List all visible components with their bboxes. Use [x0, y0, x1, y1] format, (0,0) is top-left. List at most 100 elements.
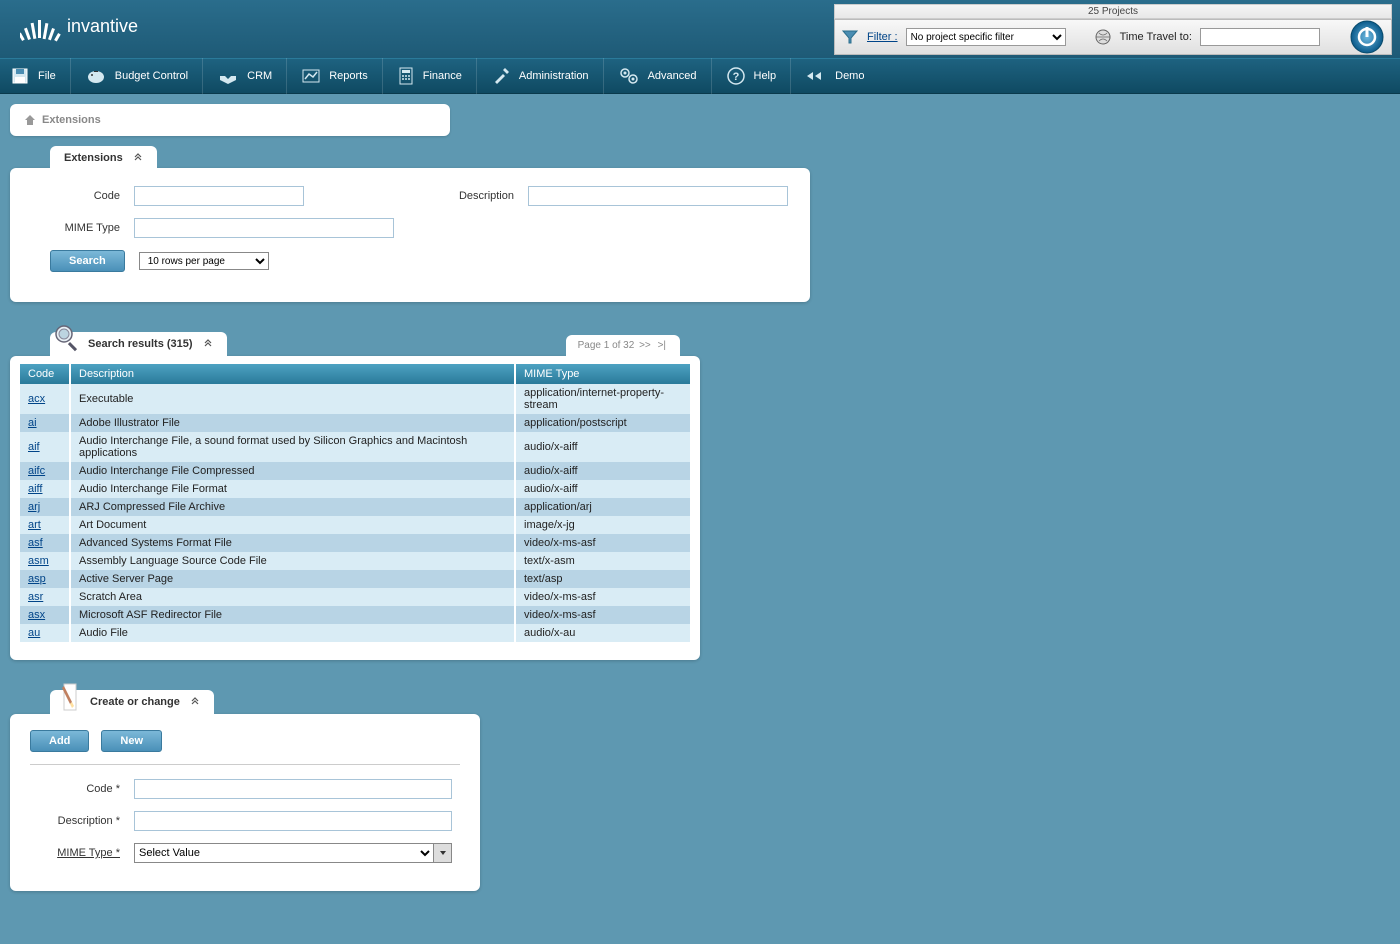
description-cell: Executable — [70, 384, 515, 414]
pagination: Page 1 of 32 >> >| — [566, 335, 680, 356]
code-link[interactable]: asr — [28, 591, 43, 603]
code-link[interactable]: aifc — [28, 465, 45, 477]
funnel-icon — [841, 28, 859, 46]
app-header: invantive 25 Projects Filter : No projec… — [0, 0, 1400, 58]
description-cell: Advanced Systems Format File — [70, 534, 515, 552]
description-cell: ARJ Compressed File Archive — [70, 498, 515, 516]
col-description[interactable]: Description — [70, 364, 515, 384]
projects-count[interactable]: 25 Projects — [834, 4, 1392, 19]
code-label: Code — [30, 190, 120, 202]
mime-cell: video/x-ms-asf — [515, 606, 690, 624]
mime-cell: audio/x-aiff — [515, 480, 690, 498]
menu-crm[interactable]: CRM — [202, 58, 286, 94]
code-link[interactable]: aiff — [28, 483, 42, 495]
description-label: Description — [424, 190, 514, 202]
collapse-icon[interactable] — [203, 339, 213, 349]
collapse-icon[interactable] — [133, 153, 143, 163]
table-row: asf Advanced Systems Format Filevideo/x-m… — [20, 534, 690, 552]
code-input[interactable] — [134, 186, 304, 206]
code-link[interactable]: acx — [28, 393, 45, 405]
table-row: aifcAudio Interchange File Compressedaud… — [20, 462, 690, 480]
mime-cell: application/postscript — [515, 414, 690, 432]
col-code[interactable]: Code — [20, 364, 70, 384]
help-icon: ? — [726, 66, 746, 86]
code-link[interactable]: ai — [28, 417, 37, 429]
description-cell: Assembly Language Source Code File — [70, 552, 515, 570]
magnifier-icon — [52, 322, 82, 352]
mime-cell: audio/x-au — [515, 624, 690, 642]
separator — [30, 764, 460, 765]
menu-help[interactable]: ? Help — [711, 58, 791, 94]
mime-cell: audio/x-aiff — [515, 432, 690, 462]
filter-bar: Filter : No project specific filter Time… — [834, 19, 1392, 55]
code-link[interactable]: asf — [28, 537, 43, 549]
table-row: aspActive Server Pagetext/asp — [20, 570, 690, 588]
last-page[interactable]: >| — [656, 340, 668, 351]
create-mime-label: MIME Type * — [30, 847, 120, 859]
dropdown-arrow-icon[interactable] — [434, 843, 452, 863]
menu-budget-control[interactable]: Budget Control — [70, 58, 202, 94]
menu-advanced[interactable]: Advanced — [603, 58, 711, 94]
menu-file[interactable]: File — [4, 58, 70, 94]
menu-finance[interactable]: Finance — [382, 58, 476, 94]
create-description-label: Description * — [30, 815, 120, 827]
description-input[interactable] — [528, 186, 788, 206]
create-code-input[interactable] — [134, 779, 452, 799]
mime-cell: video/x-ms-asf — [515, 534, 690, 552]
rows-per-page-select[interactable]: 10 rows per page — [139, 252, 269, 270]
table-row: ai Adobe Illustrator Fileapplication/post… — [20, 414, 690, 432]
results-tab[interactable]: Search results (315) — [50, 332, 227, 356]
code-link[interactable]: asp — [28, 573, 46, 585]
pencil-icon — [56, 682, 82, 712]
create-code-label: Code * — [30, 783, 120, 795]
calculator-icon — [397, 66, 415, 86]
table-row: asm Assembly Language Source Code Filetex… — [20, 552, 690, 570]
search-button[interactable]: Search — [50, 250, 125, 272]
logo-text: invantive — [67, 16, 138, 37]
description-cell: Adobe Illustrator File — [70, 414, 515, 432]
code-link[interactable]: art — [28, 519, 41, 531]
code-link[interactable]: au — [28, 627, 40, 639]
gears-icon — [618, 66, 640, 86]
description-cell: Audio File — [70, 624, 515, 642]
time-travel-input[interactable] — [1200, 28, 1320, 46]
menu-demo[interactable]: Demo — [790, 58, 878, 94]
collapse-icon[interactable] — [190, 697, 200, 707]
create-mime-select[interactable]: Select Value — [134, 843, 452, 863]
menu-administration[interactable]: Administration — [476, 58, 603, 94]
description-cell: Art Document — [70, 516, 515, 534]
mime-cell: text/x-asm — [515, 552, 690, 570]
search-tab[interactable]: Extensions — [50, 146, 157, 170]
mime-cell: text/asp — [515, 570, 690, 588]
menu-reports[interactable]: Reports — [286, 58, 382, 94]
table-row: au Audio Fileaudio/x-au — [20, 624, 690, 642]
time-travel-label: Time Travel to: — [1120, 31, 1192, 43]
search-panel: Extensions Code Description MIME Type Se… — [10, 146, 810, 302]
create-description-input[interactable] — [134, 811, 452, 831]
power-button[interactable] — [1349, 19, 1385, 55]
code-link[interactable]: asm — [28, 555, 49, 567]
table-row: aif Audio Interchange File, a sound forma… — [20, 432, 690, 462]
breadcrumb-text: Extensions — [42, 114, 101, 126]
code-link[interactable]: asx — [28, 609, 45, 621]
description-cell: Scratch Area — [70, 588, 515, 606]
handshake-icon — [217, 66, 239, 86]
col-mime[interactable]: MIME Type — [515, 364, 690, 384]
save-icon — [10, 66, 30, 86]
results-table: Code Description MIME Type acx Executable… — [20, 364, 690, 642]
mime-cell: image/x-jg — [515, 516, 690, 534]
filter-link[interactable]: Filter : — [867, 31, 898, 43]
code-link[interactable]: arj — [28, 501, 40, 513]
description-cell: Audio Interchange File, a sound format u… — [70, 432, 515, 462]
code-link[interactable]: aif — [28, 441, 40, 453]
create-tab[interactable]: Create or change — [50, 690, 214, 714]
next-page[interactable]: >> — [637, 340, 653, 351]
globe-icon — [1094, 28, 1112, 46]
svg-text:?: ? — [732, 71, 739, 83]
mime-input[interactable] — [134, 218, 394, 238]
new-button[interactable]: New — [101, 730, 162, 752]
filter-select[interactable]: No project specific filter — [906, 28, 1066, 46]
add-button[interactable]: Add — [30, 730, 89, 752]
create-panel: Create or change Add New Code * Descript… — [10, 690, 480, 891]
description-cell: Audio Interchange File Compressed — [70, 462, 515, 480]
